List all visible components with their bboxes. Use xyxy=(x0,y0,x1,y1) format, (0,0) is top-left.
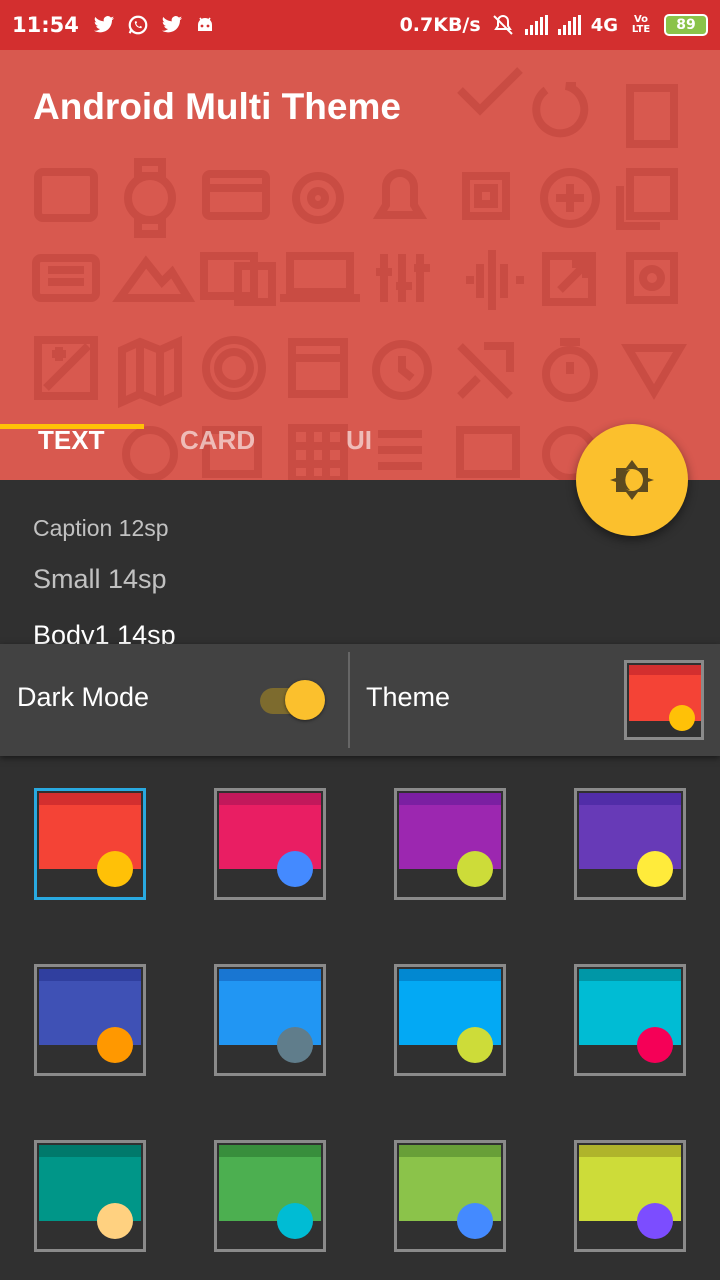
swatch-accent xyxy=(457,851,493,887)
toggle-thumb xyxy=(285,680,325,720)
app-title: Android Multi Theme xyxy=(33,86,401,127)
swatch-primary-dark xyxy=(219,793,321,805)
theme-swatch[interactable] xyxy=(394,964,506,1076)
theme-label: Theme xyxy=(366,682,451,712)
theme-swatch[interactable] xyxy=(394,1140,506,1252)
small-sample: Small 14sp xyxy=(33,564,167,594)
swatch-primary-dark xyxy=(219,969,321,981)
whatsapp-icon xyxy=(128,15,148,35)
swatch-primary-dark xyxy=(39,1145,141,1157)
settings-divider xyxy=(348,652,350,748)
swatch-accent xyxy=(637,1027,673,1063)
theme-swatch[interactable] xyxy=(214,1140,326,1252)
network-type: 4G xyxy=(590,14,618,36)
app-header: Android Multi Theme TEXT CARD UI xyxy=(0,50,720,480)
swatch-accent xyxy=(97,1027,133,1063)
settings-bar: Dark Mode Theme xyxy=(0,644,720,756)
theme-swatch[interactable] xyxy=(214,964,326,1076)
twitter-icon xyxy=(161,16,182,33)
swatch-accent xyxy=(277,1203,313,1239)
twitter-icon xyxy=(93,16,114,33)
swatch-primary-dark xyxy=(399,1145,501,1157)
tab-card[interactable]: CARD xyxy=(180,400,255,480)
status-bar: 11:54 0.7KB/s 4G Vo LTE 89 xyxy=(0,0,720,50)
swatch-primary-dark xyxy=(219,1145,321,1157)
status-time: 11:54 xyxy=(12,13,79,37)
theme-swatch[interactable] xyxy=(574,788,686,900)
volte-indicator: Vo LTE xyxy=(631,14,651,35)
swatch-primary-dark xyxy=(579,1145,681,1157)
swatch-primary-dark xyxy=(39,969,141,981)
network-speed: 0.7KB/s xyxy=(399,14,481,36)
current-theme-preview[interactable] xyxy=(624,660,704,740)
notification-icons xyxy=(93,14,215,36)
theme-swatch[interactable] xyxy=(394,788,506,900)
swatch-primary-dark xyxy=(39,793,141,805)
swatch-accent xyxy=(277,851,313,887)
android-icon xyxy=(197,17,212,31)
swatch-accent xyxy=(277,1027,313,1063)
theme-swatch[interactable] xyxy=(34,1140,146,1252)
swatch-primary-dark xyxy=(579,969,681,981)
swatch-primary-dark xyxy=(399,969,501,981)
tab-indicator xyxy=(0,424,144,429)
theme-swatch[interactable] xyxy=(214,788,326,900)
swatch-accent xyxy=(457,1203,493,1239)
dark-mode-label: Dark Mode xyxy=(17,682,150,712)
battery-indicator: 89 xyxy=(664,14,708,36)
caption-sample: Caption 12sp xyxy=(33,515,169,541)
signal-icon xyxy=(557,15,581,35)
swatch-primary-dark xyxy=(399,793,501,805)
swatch-primary-dark xyxy=(579,793,681,805)
theme-swatch[interactable] xyxy=(574,964,686,1076)
theme-swatch[interactable] xyxy=(34,788,146,900)
tab-text[interactable]: TEXT xyxy=(38,400,104,480)
swatch-accent xyxy=(637,851,673,887)
brightness-fab[interactable] xyxy=(576,424,688,536)
swatch-accent xyxy=(457,1027,493,1063)
signal-icon xyxy=(524,15,548,35)
swatch-accent xyxy=(97,851,133,887)
mute-icon xyxy=(492,14,513,35)
swatch-accent xyxy=(97,1203,133,1239)
dark-mode-toggle[interactable] xyxy=(260,680,326,720)
brightness-icon xyxy=(610,460,654,500)
theme-swatch[interactable] xyxy=(574,1140,686,1252)
theme-swatch[interactable] xyxy=(34,964,146,1076)
tab-ui[interactable]: UI xyxy=(346,400,372,480)
swatch-accent xyxy=(637,1203,673,1239)
